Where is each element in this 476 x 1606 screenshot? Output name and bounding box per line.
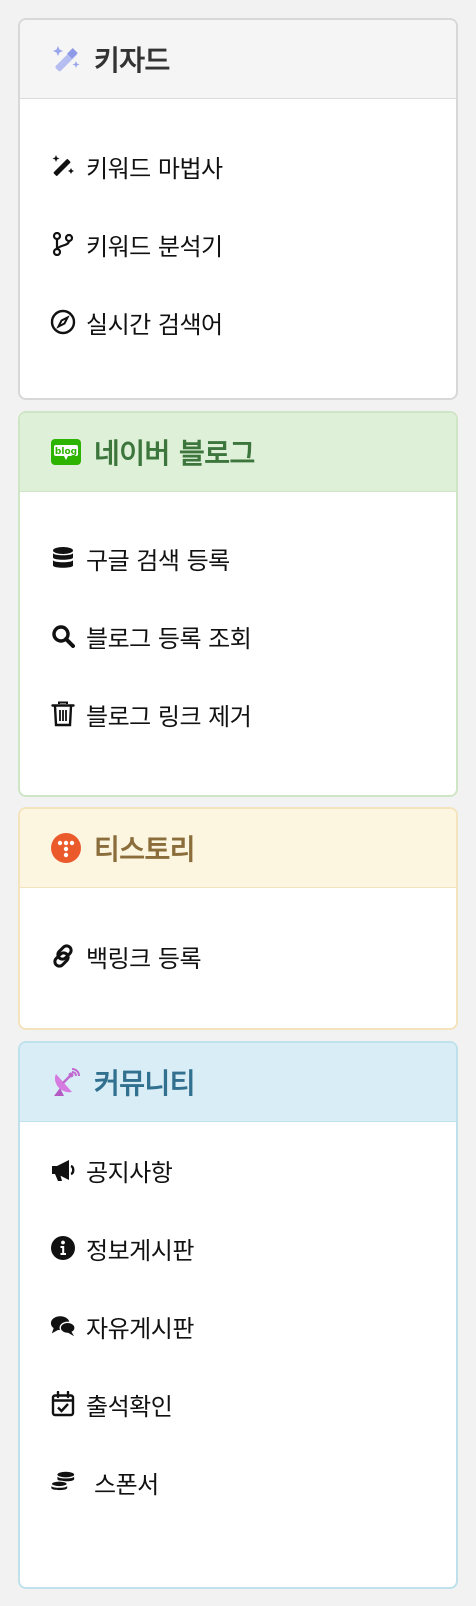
menu-item-label: 블로그 링크 제거 <box>86 702 252 731</box>
naver-blog-panel: blog 네이버 블로그 구글 검색 등록 블로그 등록 조회 블로그 링크 제… <box>18 411 458 797</box>
menu-item-label: 블로그 등록 조회 <box>86 624 252 653</box>
database-icon <box>50 545 76 571</box>
menu-item-label: 정보게시판 <box>86 1236 194 1265</box>
magic-wand-icon <box>50 153 76 179</box>
menu-item-attendance[interactable]: 출석확인 <box>50 1384 173 1424</box>
svg-text:blog: blog <box>55 447 77 457</box>
menu-item-label: 공지사항 <box>86 1158 173 1187</box>
link-icon <box>50 943 76 969</box>
menu-item-sponsor[interactable]: 스폰서 <box>50 1462 159 1502</box>
menu-item-label: 백링크 등록 <box>86 944 202 973</box>
community-panel: 커뮤니티 공지사항 정보게시판 자유게시판 출석확인 스폰서 <box>18 1041 458 1589</box>
naver-blog-logo-icon: blog <box>50 436 82 468</box>
magic-wand-sparkle-icon <box>50 43 82 75</box>
naver-blog-panel-title: 네이버 블로그 <box>94 437 255 470</box>
menu-item-google-search-register[interactable]: 구글 검색 등록 <box>50 538 230 578</box>
menu-item-label: 구글 검색 등록 <box>86 546 230 575</box>
megaphone-icon <box>50 1157 76 1183</box>
menu-item-info-board[interactable]: 정보게시판 <box>50 1228 194 1268</box>
menu-item-label: 키워드 마법사 <box>86 154 223 183</box>
info-circle-icon <box>50 1235 76 1261</box>
coins-icon <box>50 1469 76 1495</box>
satellite-dish-icon <box>50 1066 82 1098</box>
tistory-panel-header: 티스토리 <box>20 809 456 888</box>
menu-item-blog-register-check[interactable]: 블로그 등록 조회 <box>50 616 252 656</box>
menu-item-keyword-analyzer[interactable]: 키워드 분석기 <box>50 224 223 264</box>
menu-item-label: 자유게시판 <box>86 1314 194 1343</box>
menu-item-free-board[interactable]: 자유게시판 <box>50 1306 194 1346</box>
search-icon <box>50 623 76 649</box>
community-panel-header: 커뮤니티 <box>20 1043 456 1122</box>
menu-item-label: 실시간 검색어 <box>86 310 223 339</box>
keyzard-panel-header: 키자드 <box>20 20 456 99</box>
menu-item-label: 출석확인 <box>86 1392 173 1421</box>
menu-item-label: 스폰서 <box>94 1470 159 1499</box>
menu-item-blog-link-remove[interactable]: 블로그 링크 제거 <box>50 694 252 734</box>
keyzard-panel-title: 키자드 <box>94 44 170 77</box>
tistory-panel: 티스토리 백링크 등록 <box>18 807 458 1030</box>
menu-item-notice[interactable]: 공지사항 <box>50 1150 173 1190</box>
trash-icon <box>50 701 76 727</box>
code-branch-icon <box>50 231 76 257</box>
compass-icon <box>50 309 76 335</box>
community-panel-title: 커뮤니티 <box>94 1067 196 1100</box>
tistory-logo-icon <box>50 832 82 864</box>
menu-item-realtime-search[interactable]: 실시간 검색어 <box>50 302 223 342</box>
naver-blog-panel-header: blog 네이버 블로그 <box>20 413 456 492</box>
keyzard-panel: 키자드 키워드 마법사 키워드 분석기 실시간 검색어 <box>18 18 458 400</box>
tistory-panel-title: 티스토리 <box>94 833 196 866</box>
comments-icon <box>50 1313 76 1339</box>
menu-item-label: 키워드 분석기 <box>86 232 223 261</box>
calendar-check-icon <box>50 1391 76 1417</box>
menu-item-backlink-register[interactable]: 백링크 등록 <box>50 936 202 976</box>
menu-item-keyword-wizard[interactable]: 키워드 마법사 <box>50 146 223 186</box>
